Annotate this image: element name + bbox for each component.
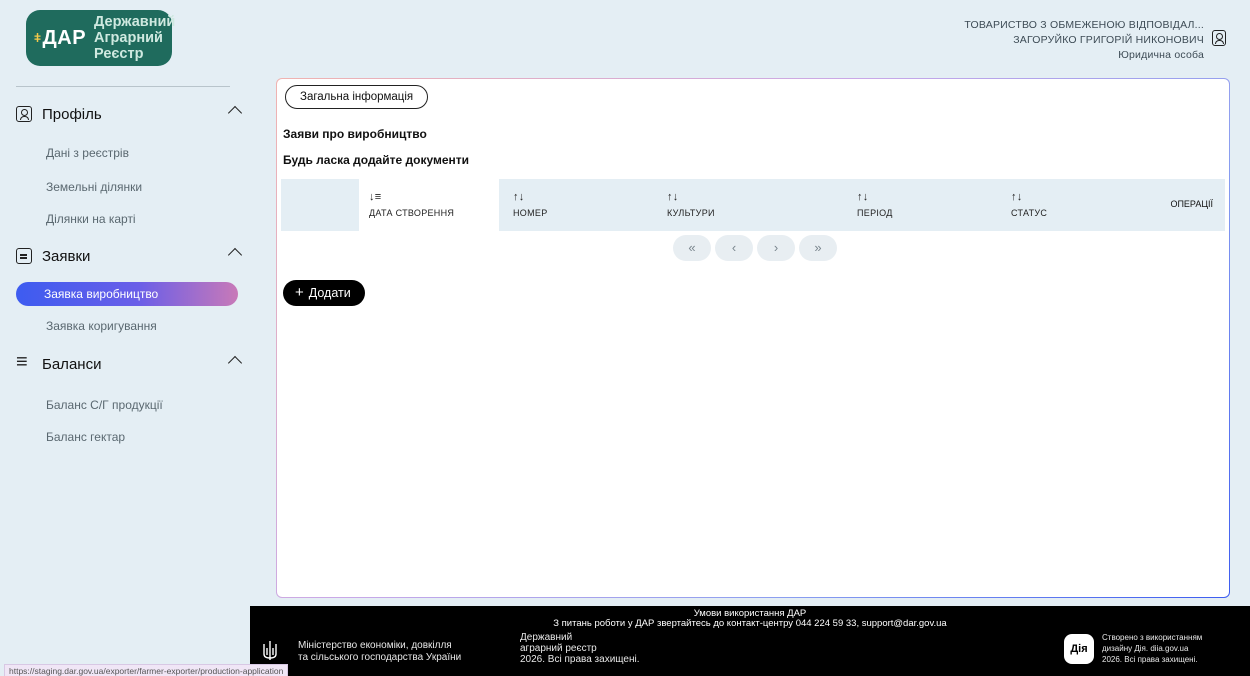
next-page-button[interactable]: › bbox=[757, 235, 795, 261]
ministry-line-1: Міністерство економіки, довкілля bbox=[298, 640, 452, 651]
column-label: КУЛЬТУРИ bbox=[667, 208, 715, 218]
column-label: ДАТА СТВОРЕННЯ bbox=[369, 208, 455, 218]
chevron-up-icon[interactable] bbox=[227, 355, 243, 371]
logo-mark: ǂ ДАР bbox=[34, 27, 86, 50]
column-label: НОМЕР bbox=[513, 208, 548, 218]
sidebar-item-correction-application[interactable]: Заявка коригування bbox=[46, 319, 157, 333]
dar-logo[interactable]: ǂ ДАР Державний Аграрний Реєстр bbox=[26, 10, 175, 66]
company-name: ТОВАРИСТВО З ОБМЕЖЕНОЮ ВІДПОВІДАЛ... bbox=[964, 19, 1204, 31]
sidebar-section-applications[interactable]: Заявки bbox=[16, 244, 248, 268]
sidebar-section-balances[interactable]: Баланси bbox=[16, 351, 248, 376]
status-bar-url: https://staging.dar.gov.ua/exporter/farm… bbox=[4, 664, 289, 676]
logo-line-1: Державний bbox=[94, 14, 176, 30]
sidebar-item-agri-balance[interactable]: Баланс С/Г продукції bbox=[46, 398, 163, 412]
plus-icon: + bbox=[295, 284, 304, 301]
logo-text: Державний Аграрний Реєстр bbox=[94, 14, 175, 62]
sort-icon[interactable]: ↑↓ bbox=[857, 191, 869, 203]
trident-emblem-icon bbox=[263, 641, 277, 660]
sidebar-section-label: Баланси bbox=[42, 355, 102, 373]
sidebar: Профіль Дані з реєстрів Земельні ділянки… bbox=[0, 76, 250, 606]
column-header-status[interactable]: ↑↓ СТАТУС bbox=[1011, 179, 1161, 231]
registry-line-1: Державний bbox=[520, 632, 573, 643]
sort-icon[interactable]: ↑↓ bbox=[667, 191, 679, 203]
profile-icon bbox=[16, 106, 32, 122]
column-header-created-date[interactable]: ↓≡ ДАТА СТВОРЕННЯ bbox=[359, 179, 499, 231]
sidebar-section-profile[interactable]: Профіль bbox=[16, 102, 248, 126]
sort-icon[interactable]: ↑↓ bbox=[1011, 191, 1023, 203]
logo-short: ДАР bbox=[42, 26, 87, 49]
column-header-period[interactable]: ↑↓ ПЕРІОД bbox=[857, 179, 1007, 231]
applications-table: ↓≡ ДАТА СТВОРЕННЯ ↑↓ НОМЕР ↑↓ КУЛЬТУРИ ↑… bbox=[281, 179, 1225, 231]
registry-line-3: 2026. Всі права захищені. bbox=[520, 654, 640, 665]
diia-line-1: Створено з використанням bbox=[1102, 633, 1203, 642]
ministry-text: Міністерство економіки, довкілля та сіль… bbox=[298, 640, 461, 664]
sidebar-item-production-application[interactable]: Заявка виробництво bbox=[16, 282, 238, 306]
column-header-number[interactable]: ↑↓ НОМЕР bbox=[513, 179, 663, 231]
add-button[interactable]: + Додати bbox=[283, 280, 365, 306]
pagination: « ‹ › » bbox=[673, 235, 837, 261]
trident-icon: ǂ bbox=[34, 31, 42, 45]
column-header-operations: ОПЕРАЦІЇ bbox=[1170, 199, 1213, 209]
page-subtitle: Будь ласка додайте документи bbox=[283, 153, 470, 167]
page-title: Заяви про виробництво bbox=[283, 127, 427, 141]
chevron-up-icon[interactable] bbox=[227, 247, 243, 263]
user-info[interactable]: ТОВАРИСТВО З ОБМЕЖЕНОЮ ВІДПОВІДАЛ... ЗАГ… bbox=[964, 18, 1204, 63]
logo-line-3: Реєстр bbox=[94, 46, 144, 62]
sidebar-item-registry-data[interactable]: Дані з реєстрів bbox=[46, 146, 129, 160]
sidebar-section-label: Профіль bbox=[42, 105, 102, 123]
user-name: ЗАГОРУЙКО ГРИГОРІЙ НИКОНОВИЧ bbox=[1013, 34, 1204, 46]
footer: Умови використання ДАР З питань роботи у… bbox=[250, 606, 1250, 676]
ministry-line-2: та сільського господарства України bbox=[298, 652, 462, 663]
diia-credit: Створено з використанням дизайну Дія. di… bbox=[1102, 632, 1202, 665]
header: ǂ ДАР Державний Аграрний Реєстр ТОВАРИСТ… bbox=[0, 0, 1250, 76]
sort-desc-icon[interactable]: ↓≡ bbox=[369, 191, 382, 203]
diia-logo[interactable]: Дія bbox=[1064, 634, 1094, 664]
column-label: ПЕРІОД bbox=[857, 208, 893, 218]
last-page-button[interactable]: » bbox=[799, 235, 837, 261]
sidebar-item-hectare-balance[interactable]: Баланс гектар bbox=[46, 430, 125, 444]
main-content-card: Загальна інформація Заяви про виробництв… bbox=[276, 78, 1230, 598]
user-profile-icon[interactable] bbox=[1212, 30, 1226, 46]
diia-line-2: дизайну Дія. diia.gov.ua bbox=[1102, 644, 1189, 653]
diia-line-3: 2026. Всі права захищені. bbox=[1102, 655, 1198, 664]
registry-line-2: аграрний реєстр bbox=[520, 643, 597, 654]
column-header-crops[interactable]: ↑↓ КУЛЬТУРИ bbox=[667, 179, 847, 231]
tab-general-info[interactable]: Загальна інформація bbox=[285, 85, 429, 109]
registry-text: Державний аграрний реєстр 2026. Всі прав… bbox=[520, 632, 639, 665]
prev-page-button[interactable]: ‹ bbox=[715, 235, 753, 261]
sort-icon[interactable]: ↑↓ bbox=[513, 191, 525, 203]
first-page-button[interactable]: « bbox=[673, 235, 711, 261]
sidebar-divider bbox=[16, 86, 230, 87]
sidebar-section-label: Заявки bbox=[42, 247, 91, 265]
document-icon bbox=[16, 248, 32, 264]
entity-type: Юридична особа bbox=[1118, 49, 1204, 61]
column-label: СТАТУС bbox=[1011, 208, 1048, 218]
logo-line-2: Аграрний bbox=[94, 30, 163, 46]
chevron-up-icon[interactable] bbox=[227, 105, 243, 121]
add-button-label: Додати bbox=[308, 286, 351, 300]
checklist-icon bbox=[16, 351, 32, 374]
support-text: З питань роботи у ДАР звертайтесь до кон… bbox=[553, 618, 947, 629]
sidebar-item-map-plots[interactable]: Ділянки на карті bbox=[46, 212, 136, 226]
sidebar-item-land-plots[interactable]: Земельні ділянки bbox=[46, 180, 142, 194]
